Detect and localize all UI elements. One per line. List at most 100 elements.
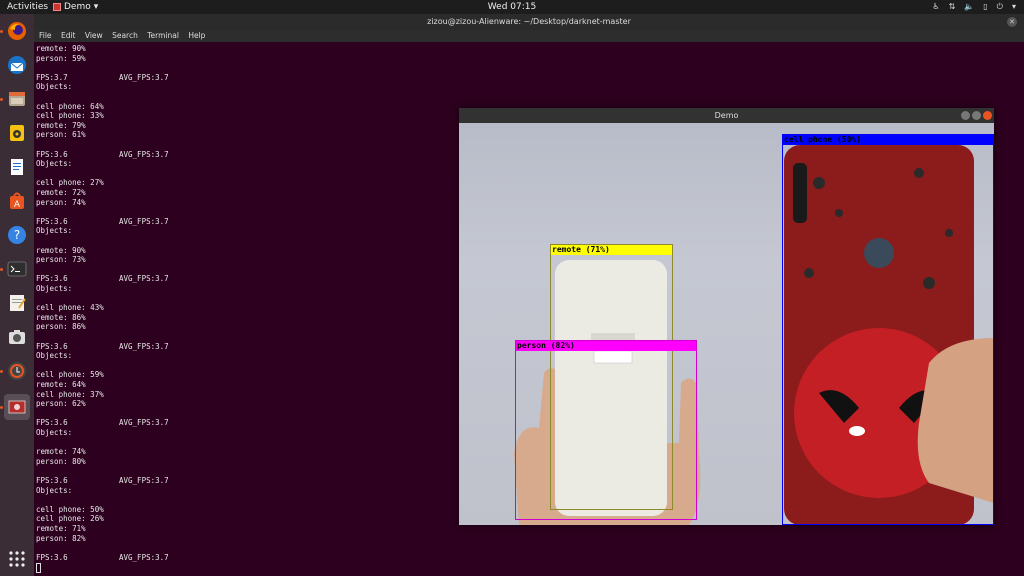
- writer-launcher[interactable]: [4, 154, 30, 180]
- demo-window[interactable]: Demo cell phone (50%) remote (71%) perso…: [459, 108, 994, 525]
- text-editor-icon: [10, 295, 26, 311]
- menu-edit[interactable]: Edit: [61, 31, 76, 40]
- terminal-line: FPS:3.6 AVG_FPS:3.7: [36, 274, 169, 284]
- terminal-line-text: remote: 90%: [36, 44, 86, 53]
- minimize-icon[interactable]: [961, 111, 970, 120]
- terminal-line: person: 59%: [36, 54, 86, 64]
- terminal-line-text: cell phone: 37%: [36, 389, 104, 399]
- demo-title-bar[interactable]: Demo: [459, 108, 994, 123]
- bbox-label-text: remote (71%): [552, 245, 610, 254]
- terminal-line: cell phone: 64%: [36, 102, 104, 112]
- terminal-line-text: FPS:3.6: [36, 476, 68, 485]
- terminal-line-text: person: 74%: [36, 197, 86, 207]
- menu-file[interactable]: File: [39, 31, 52, 40]
- terminal-line-text: FPS:3.6: [36, 216, 68, 226]
- screenshot-icon: [9, 330, 25, 344]
- terminal-line: Objects:: [36, 486, 72, 496]
- terminal-line: FPS:3.6 AVG_FPS:3.7: [36, 418, 169, 428]
- close-icon[interactable]: [983, 111, 992, 120]
- menu-view[interactable]: View: [85, 31, 103, 40]
- terminal-line-text: Objects:: [36, 428, 73, 437]
- terminal-avg-fps: AVG_FPS:3.7: [119, 149, 169, 159]
- terminal-line: Objects:: [36, 351, 72, 361]
- system-tray[interactable]: ♿ ⇅ 🔈 ▯ ⏻ ▾: [932, 0, 1016, 14]
- terminal-menu-bar: File Edit View Search Terminal Help: [34, 30, 1024, 42]
- menu-search[interactable]: Search: [112, 31, 138, 40]
- terminal-line-text: person: 82%: [36, 533, 86, 543]
- terminal-line: cell phone: 50%: [36, 505, 104, 515]
- terminal-avg-fps: AVG_FPS:3.7: [119, 418, 169, 428]
- terminal-line-text: remote: 72%: [36, 188, 86, 197]
- terminal-line-text: remote: 71%: [36, 524, 86, 533]
- terminal-line: person: 80%: [36, 457, 86, 467]
- terminal-line-text: Objects:: [36, 226, 73, 236]
- menu-help[interactable]: Help: [188, 31, 205, 40]
- terminal-line-text: FPS:3.6: [36, 552, 68, 562]
- text-editor-launcher[interactable]: [4, 290, 30, 316]
- close-icon[interactable]: ✕: [1007, 17, 1017, 27]
- thunderbird-launcher[interactable]: [4, 52, 30, 78]
- terminal-line: person: 73%: [36, 255, 86, 265]
- updater-launcher[interactable]: [4, 358, 30, 384]
- screenshot-launcher[interactable]: [4, 324, 30, 350]
- terminal-line-text: Objects:: [36, 82, 73, 92]
- thunderbird-icon: [8, 56, 26, 74]
- writer-icon: [11, 159, 23, 175]
- terminal-line: remote: 64%: [36, 380, 86, 390]
- terminal-line-text: cell phone: 43%: [36, 303, 104, 313]
- bbox-label-remote: remote (71%): [551, 245, 672, 255]
- terminal-line: FPS:3.6 AVG_FPS:3.7: [36, 552, 169, 563]
- dock: A ?: [0, 14, 34, 576]
- software-icon: A: [10, 192, 24, 210]
- terminal-line: Objects:: [36, 226, 72, 236]
- bbox-cell-phone: cell phone (50%): [782, 134, 994, 525]
- terminal-line-text: person: 61%: [36, 130, 86, 140]
- menu-terminal[interactable]: Terminal: [147, 31, 179, 40]
- terminal-cursor: [36, 563, 41, 573]
- terminal-line: FPS:3.6 AVG_FPS:3.7: [36, 476, 169, 486]
- terminal-line: cell phone: 37%: [36, 390, 104, 400]
- clock[interactable]: Wed 07:15: [0, 0, 1024, 14]
- battery-icon: ▯: [983, 2, 988, 11]
- terminal-line-text: Objects:: [36, 284, 73, 293]
- accessibility-icon[interactable]: ♿: [932, 0, 939, 14]
- terminal-line-text: person: 59%: [36, 53, 86, 63]
- terminal-avg-fps: AVG_FPS:3.7: [119, 476, 169, 485]
- terminal-line: Objects:: [36, 284, 72, 294]
- terminal-launcher[interactable]: [4, 256, 30, 282]
- terminal-line: FPS:3.6 AVG_FPS:3.7: [36, 216, 169, 227]
- terminal-line: FPS:3.6 AVG_FPS:3.7: [36, 150, 169, 160]
- help-icon: ?: [8, 226, 26, 244]
- terminal-avg-fps: AVG_FPS:3.7: [119, 216, 169, 226]
- maximize-icon[interactable]: [972, 111, 981, 120]
- terminal-line-text: cell phone: 59%: [36, 370, 104, 380]
- files-launcher[interactable]: [4, 86, 30, 112]
- firefox-launcher[interactable]: [4, 18, 30, 44]
- terminal-title-bar[interactable]: zizou@zizou-Alienware: ~/Desktop/darknet…: [34, 14, 1024, 30]
- terminal-line: remote: 74%: [36, 447, 86, 457]
- terminal-line: person: 74%: [36, 198, 86, 208]
- terminal-avg-fps: AVG_FPS:3.7: [119, 274, 169, 284]
- terminal-line: remote: 90%: [36, 44, 86, 54]
- updater-icon: [8, 362, 26, 380]
- terminal-line: remote: 79%: [36, 121, 86, 131]
- terminal-line-text: person: 62%: [36, 399, 86, 409]
- show-apps-button[interactable]: [4, 546, 30, 572]
- terminal-line: Objects:: [36, 428, 72, 438]
- terminal-line-text: cell phone: 26%: [36, 514, 104, 524]
- help-launcher[interactable]: ?: [4, 222, 30, 248]
- terminal-line-text: cell phone: 33%: [36, 111, 104, 121]
- terminal-line-text: FPS:3.6: [36, 274, 68, 284]
- demo-title: Demo: [714, 111, 739, 120]
- rhythmbox-launcher[interactable]: [4, 120, 30, 146]
- terminal-avg-fps: AVG_FPS:3.7: [119, 341, 169, 351]
- bbox-label-text: person (82%): [517, 341, 575, 350]
- terminal-line: person: 82%: [36, 534, 86, 544]
- terminal-line: Objects:: [36, 82, 72, 92]
- terminal-line: Objects:: [36, 159, 72, 169]
- demo-app-launcher[interactable]: [4, 394, 30, 420]
- terminal-line-text: cell phone: 27%: [36, 178, 104, 188]
- software-launcher[interactable]: A: [4, 188, 30, 214]
- terminal-line: remote: 90%: [36, 246, 86, 256]
- terminal-line: remote: 86%: [36, 313, 86, 323]
